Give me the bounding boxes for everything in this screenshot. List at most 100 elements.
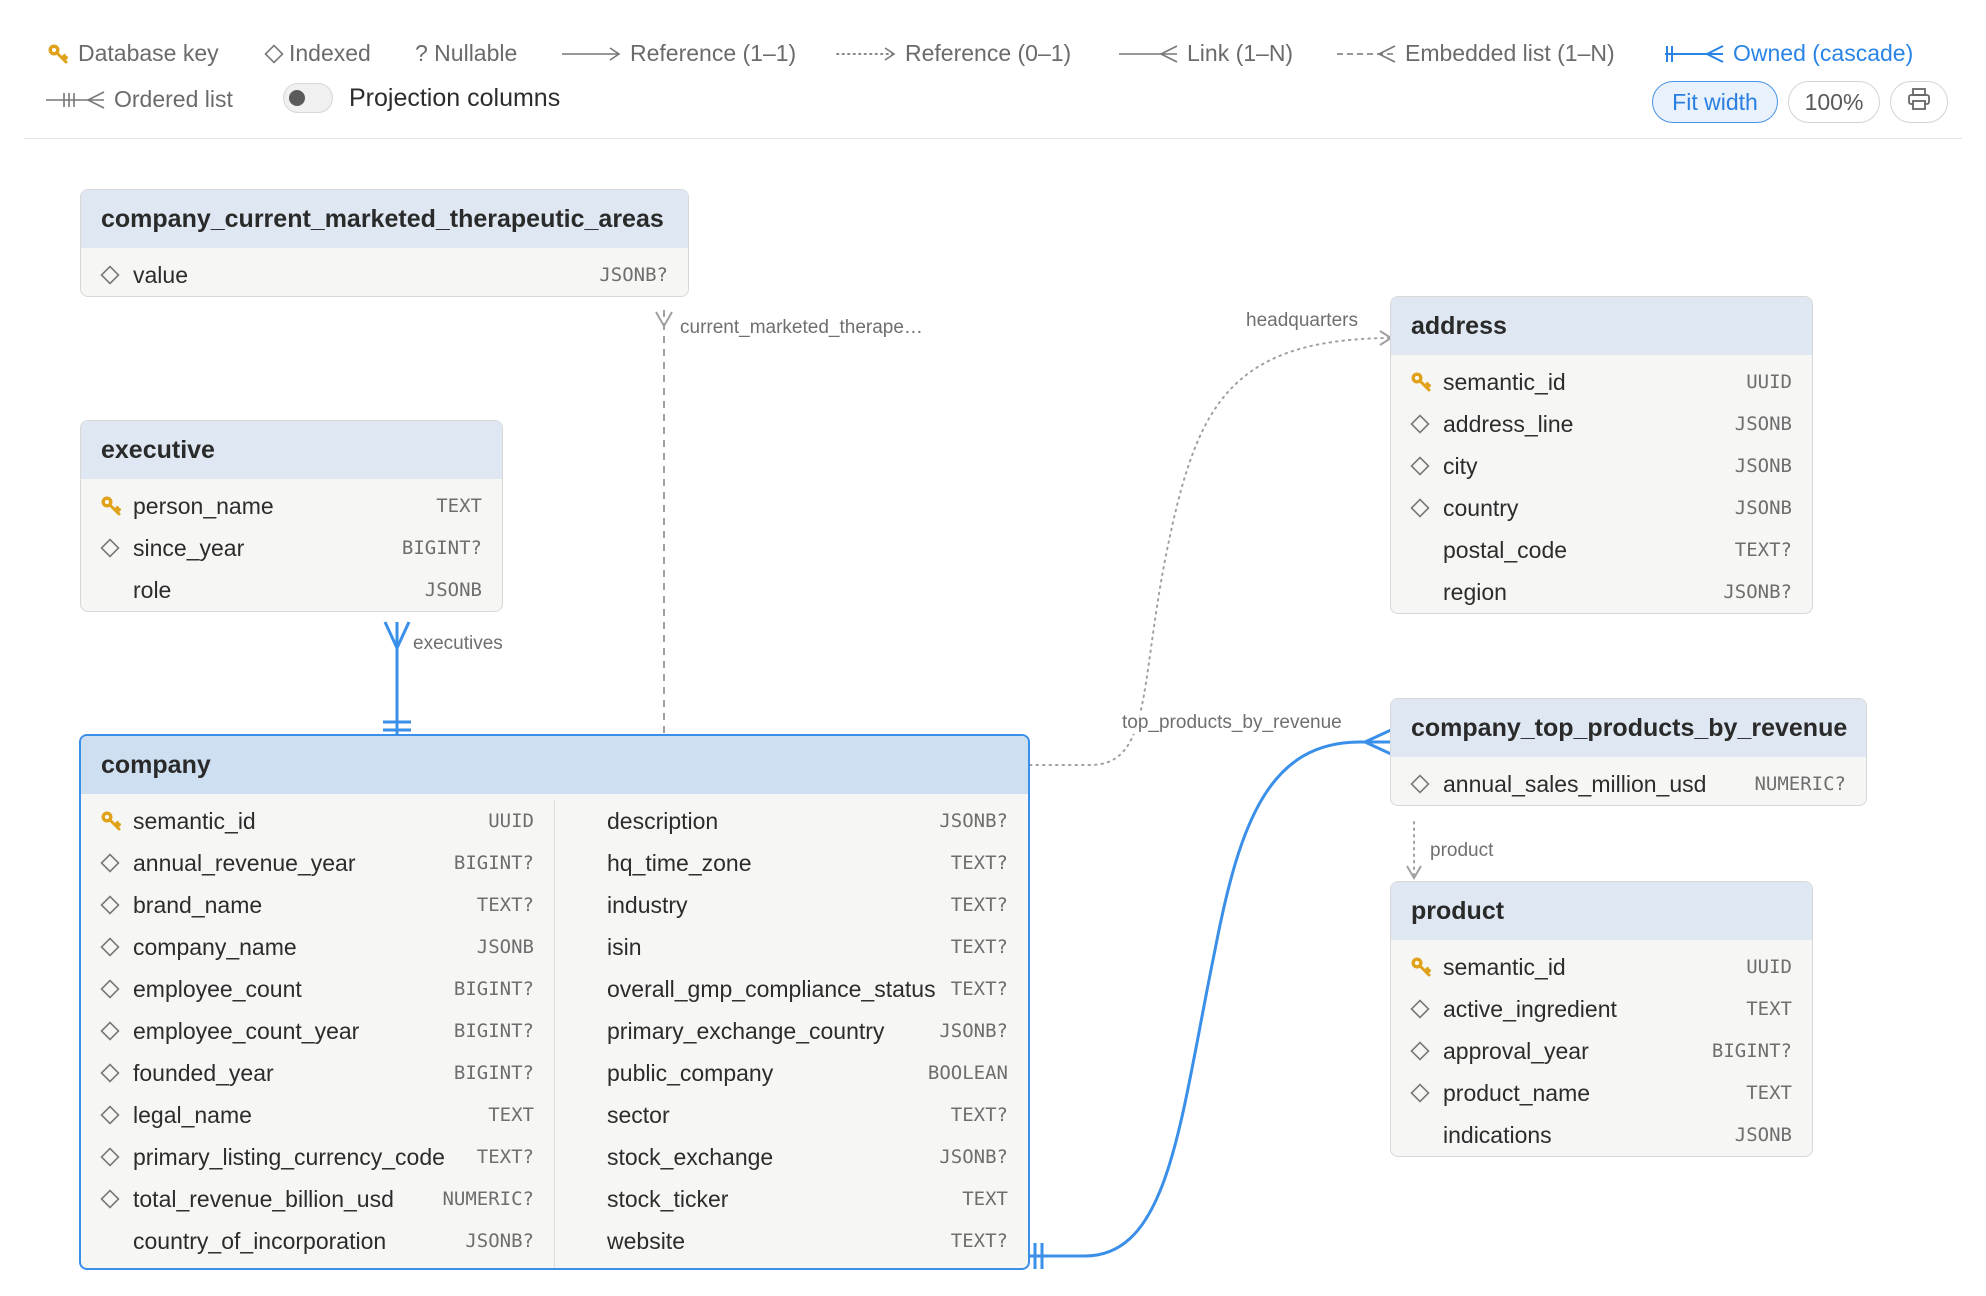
no-icon: [1409, 538, 1443, 562]
column-row[interactable]: employee_count_year BIGINT?: [81, 1010, 554, 1052]
diamond-icon: [99, 1061, 133, 1085]
column-name: product_name: [1443, 1079, 1591, 1106]
column-type: JSONB?: [939, 1146, 1008, 1168]
column-name: employee_count: [133, 975, 302, 1002]
column-row[interactable]: country JSONB: [1391, 487, 1812, 529]
edge-label-executives: executives: [411, 633, 505, 655]
column-type: BIGINT?: [453, 1062, 534, 1084]
edge-top-products-by-revenue[interactable]: [1030, 728, 1392, 1269]
column-row[interactable]: city JSONB: [1391, 445, 1812, 487]
column-row[interactable]: since_year BIGINT?: [81, 527, 502, 569]
column-row[interactable]: employee_count BIGINT?: [81, 968, 554, 1010]
key-icon: [99, 494, 133, 518]
diamond-icon: [99, 851, 133, 875]
key-icon: [99, 809, 133, 833]
diamond-icon: [99, 263, 133, 287]
column-row[interactable]: person_name TEXT: [81, 485, 502, 527]
column-name: isin: [607, 933, 642, 960]
column-row[interactable]: primary_exchange_country JSONB?: [555, 1010, 1028, 1052]
column-row[interactable]: legal_name TEXT: [81, 1094, 554, 1136]
column-row[interactable]: sector TEXT?: [555, 1094, 1028, 1136]
column-name: region: [1443, 578, 1507, 605]
column-type: UUID: [488, 810, 534, 832]
column-row[interactable]: description JSONB?: [555, 800, 1028, 842]
edge-product[interactable]: [1406, 821, 1422, 880]
diamond-icon: [99, 893, 133, 917]
column-row[interactable]: stock_exchange JSONB?: [555, 1136, 1028, 1178]
edge-label-headquarters: headquarters: [1244, 310, 1360, 332]
diamond-icon: [99, 935, 133, 959]
column-name: country: [1443, 494, 1519, 521]
column-row[interactable]: isin TEXT?: [555, 926, 1028, 968]
column-row[interactable]: semantic_id UUID: [1391, 361, 1812, 403]
column-name: stock_ticker: [607, 1185, 729, 1212]
column-name: sector: [607, 1101, 670, 1128]
column-type: JSONB?: [599, 264, 668, 286]
entity-address[interactable]: address semantic_id UUID address_line JSONB…: [1390, 296, 1813, 614]
column-type: TEXT: [436, 495, 482, 517]
column-row[interactable]: semantic_id UUID: [81, 800, 554, 842]
entity-title: address: [1391, 297, 1812, 355]
column-type: BIGINT?: [401, 537, 482, 559]
entity-product[interactable]: product semantic_id UUID active_ingredient…: [1390, 881, 1813, 1157]
column-type: JSONB: [1734, 455, 1792, 477]
column-row[interactable]: overall_gmp_compliance_status TEXT?: [555, 968, 1028, 1010]
column-type: UUID: [1746, 371, 1792, 393]
column-row[interactable]: website TEXT?: [555, 1220, 1028, 1262]
column-row[interactable]: industry TEXT?: [555, 884, 1028, 926]
column-row[interactable]: annual_sales_million_usd NUMERIC?: [1391, 763, 1866, 805]
edge-headquarters[interactable]: [1029, 330, 1393, 766]
diamond-icon: [99, 1019, 133, 1043]
diamond-icon: [99, 977, 133, 1001]
column-row[interactable]: company_name JSONB: [81, 926, 554, 968]
column-name: overall_gmp_compliance_status: [607, 975, 936, 1002]
column-row[interactable]: region JSONB?: [1391, 571, 1812, 613]
column-type: NUMERIC?: [1754, 773, 1846, 795]
no-icon: [573, 809, 607, 833]
diamond-icon: [1409, 1039, 1443, 1063]
column-type: TEXT?: [950, 936, 1008, 958]
entity-company[interactable]: company semantic_id UUID annual_revenue_ye…: [79, 734, 1030, 1270]
column-row[interactable]: primary_listing_currency_code TEXT?: [81, 1136, 554, 1178]
edge-current-marketed-therapeutic-areas[interactable]: [655, 310, 673, 734]
column-row[interactable]: address_line JSONB: [1391, 403, 1812, 445]
column-row[interactable]: total_revenue_billion_usd NUMERIC?: [81, 1178, 554, 1220]
entity-company-current-marketed-therapeutic-areas[interactable]: company_current_marketed_therapeutic_are…: [80, 189, 689, 297]
column-row[interactable]: semantic_id UUID: [1391, 946, 1812, 988]
column-type: TEXT?: [476, 894, 534, 916]
column-type: JSONB?: [939, 1020, 1008, 1042]
column-row[interactable]: role JSONB: [81, 569, 502, 611]
column-name: semantic_id: [1443, 368, 1566, 395]
column-name: approval_year: [1443, 1037, 1589, 1064]
diamond-icon: [1409, 1081, 1443, 1105]
column-row[interactable]: founded_year BIGINT?: [81, 1052, 554, 1094]
column-row[interactable]: product_name TEXT: [1391, 1072, 1812, 1114]
entity-company-top-products-by-revenue[interactable]: company_top_products_by_revenue annual_s…: [1390, 698, 1867, 806]
column-row[interactable]: brand_name TEXT?: [81, 884, 554, 926]
diamond-icon: [99, 1145, 133, 1169]
column-row[interactable]: hq_time_zone TEXT?: [555, 842, 1028, 884]
column-name: city: [1443, 452, 1478, 479]
column-type: TEXT: [962, 1188, 1008, 1210]
column-name: description: [607, 807, 719, 834]
column-row[interactable]: annual_revenue_year BIGINT?: [81, 842, 554, 884]
edge-executives[interactable]: [383, 621, 411, 734]
column-row[interactable]: stock_ticker TEXT: [555, 1178, 1028, 1220]
column-type: JSONB?: [939, 810, 1008, 832]
column-type: TEXT: [1746, 998, 1792, 1020]
column-name: employee_count_year: [133, 1017, 360, 1044]
column-row[interactable]: indications JSONB: [1391, 1114, 1812, 1156]
column-row[interactable]: public_company BOOLEAN: [555, 1052, 1028, 1094]
column-row[interactable]: active_ingredient TEXT: [1391, 988, 1812, 1030]
column-name: indications: [1443, 1121, 1552, 1148]
column-type: JSONB: [1734, 413, 1792, 435]
column-row[interactable]: approval_year BIGINT?: [1391, 1030, 1812, 1072]
column-row[interactable]: country_of_incorporation JSONB?: [81, 1220, 554, 1262]
column-type: TEXT?: [950, 1230, 1008, 1252]
column-type: BIGINT?: [453, 852, 534, 874]
column-row[interactable]: postal_code TEXT?: [1391, 529, 1812, 571]
column-name: primary_exchange_country: [607, 1017, 885, 1044]
entity-executive[interactable]: executive person_name TEXT since_year BIGIN…: [80, 420, 503, 612]
column-row[interactable]: value JSONB?: [81, 254, 688, 296]
column-type: BIGINT?: [453, 1020, 534, 1042]
